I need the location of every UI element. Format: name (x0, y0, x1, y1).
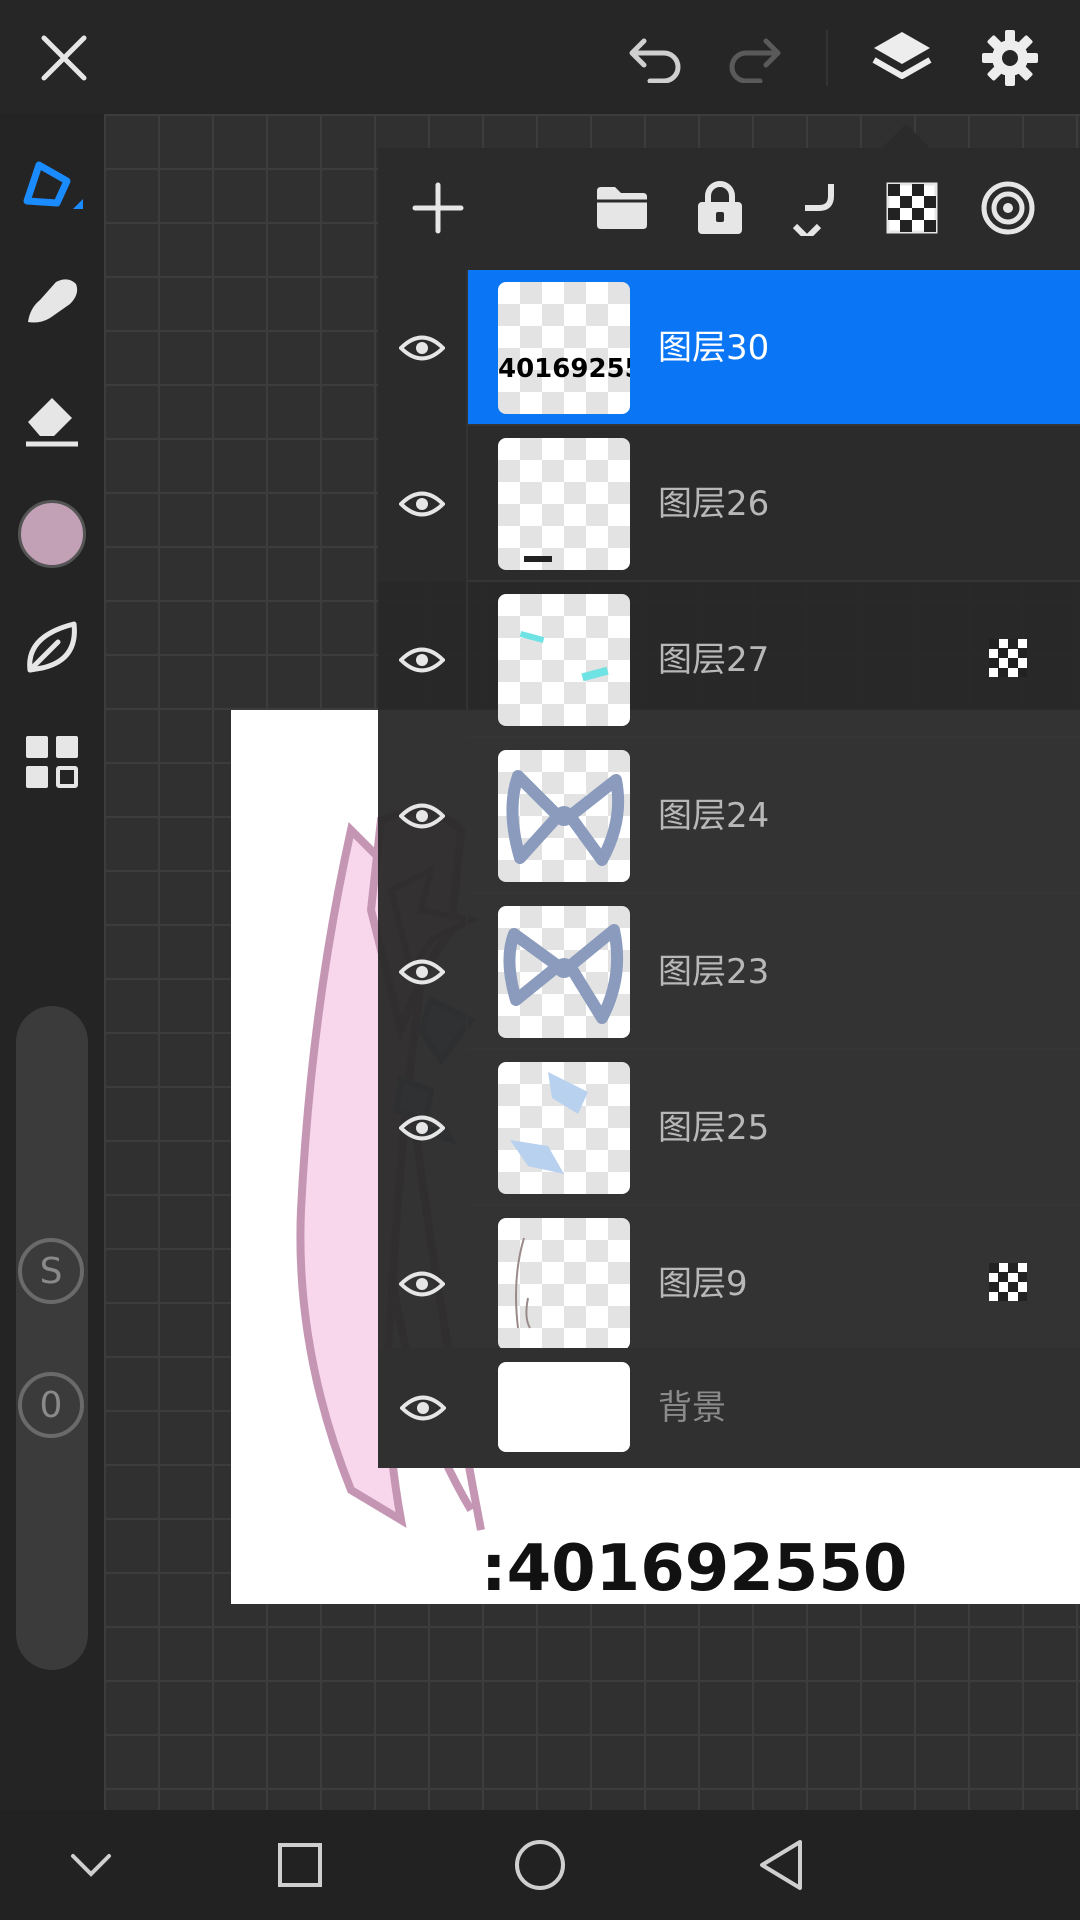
layer-thumbnail (498, 1062, 630, 1194)
eye-icon[interactable] (378, 426, 468, 582)
toolbar-divider (826, 30, 828, 86)
add-layer-icon[interactable] (398, 168, 478, 248)
brush-size-slider[interactable] (16, 1006, 88, 1670)
layer-thumbnail (498, 438, 630, 570)
layer-name: 图层27 (658, 640, 770, 680)
layer-thumbnail (498, 594, 630, 726)
square-icon[interactable] (265, 1830, 335, 1900)
eye-icon[interactable] (378, 738, 468, 894)
layer-row[interactable]: 图层9 (378, 1206, 1080, 1348)
eye-icon[interactable] (378, 1348, 468, 1468)
layer-name: 图层23 (658, 952, 770, 992)
gear-icon[interactable] (974, 22, 1046, 94)
layer-name: 图层24 (658, 796, 770, 836)
layer-row[interactable]: 图层26 (378, 426, 1080, 582)
color-swatch[interactable] (14, 496, 90, 572)
opacity-indicator[interactable]: 0 (18, 1372, 84, 1438)
eye-icon[interactable] (378, 1050, 468, 1206)
eye-icon[interactable] (378, 582, 468, 738)
layers-icon[interactable] (866, 22, 938, 94)
eye-icon[interactable] (378, 894, 468, 1050)
blend-mode-icon[interactable] (968, 168, 1048, 248)
eye-icon[interactable] (378, 1206, 468, 1348)
svg-text::401692550: :401692550 (481, 1532, 907, 1604)
undo-icon[interactable] (620, 22, 692, 94)
grid-icon[interactable] (14, 724, 90, 800)
layer-panel-pointer (882, 124, 930, 148)
layer-thumbnail (498, 750, 630, 882)
layer-name: 图层9 (658, 1264, 748, 1304)
alpha-lock-icon (988, 638, 1028, 682)
layer-name: 图层25 (658, 1108, 770, 1148)
layer-row[interactable]: 图层27 (378, 582, 1080, 738)
layer-row[interactable]: 401692550 图层30 (378, 270, 1080, 426)
background-thumbnail (498, 1362, 630, 1452)
leaf-icon[interactable] (14, 610, 90, 686)
thumbnail-text: 401692550 (498, 354, 630, 384)
layer-thumbnail (498, 906, 630, 1038)
system-nav-bar (0, 1810, 1080, 1920)
layer-panel-toolbar (378, 148, 1080, 270)
eraser-icon[interactable] (14, 380, 90, 456)
layer-row[interactable]: 图层25 (378, 1050, 1080, 1206)
merge-down-icon[interactable] (776, 168, 856, 248)
layer-thumbnail: 401692550 (498, 282, 630, 414)
layer-name: 图层30 (658, 328, 770, 368)
smudge-icon[interactable] (14, 264, 90, 340)
layer-name: 图层26 (658, 484, 770, 524)
folder-icon[interactable] (582, 168, 662, 248)
background-layer-name: 背景 (658, 1388, 726, 1428)
pencil-icon[interactable] (14, 148, 90, 224)
back-triangle-icon[interactable] (746, 1830, 816, 1900)
size-indicator[interactable]: S (18, 1238, 84, 1304)
size-indicator-label: S (39, 1250, 63, 1292)
opacity-indicator-label: 0 (39, 1384, 63, 1426)
layer-row[interactable]: 图层24 (378, 738, 1080, 894)
eye-icon[interactable] (378, 270, 468, 426)
layer-list: 401692550 图层30 图层26 (378, 270, 1080, 1348)
redo-icon[interactable] (718, 22, 790, 94)
close-icon[interactable] (28, 22, 100, 94)
top-bar (0, 0, 1080, 114)
lock-icon[interactable] (680, 168, 760, 248)
alpha-lock-icon[interactable] (872, 168, 952, 248)
alpha-lock-icon (988, 1262, 1028, 1306)
layer-thumbnail (498, 1218, 630, 1348)
chevron-down-icon[interactable] (56, 1830, 126, 1900)
circle-icon[interactable] (505, 1830, 575, 1900)
layer-row[interactable]: 图层23 (378, 894, 1080, 1050)
layer-panel: 401692550 图层30 图层26 (378, 148, 1080, 1468)
background-layer-row[interactable]: 背景 (378, 1348, 1080, 1468)
